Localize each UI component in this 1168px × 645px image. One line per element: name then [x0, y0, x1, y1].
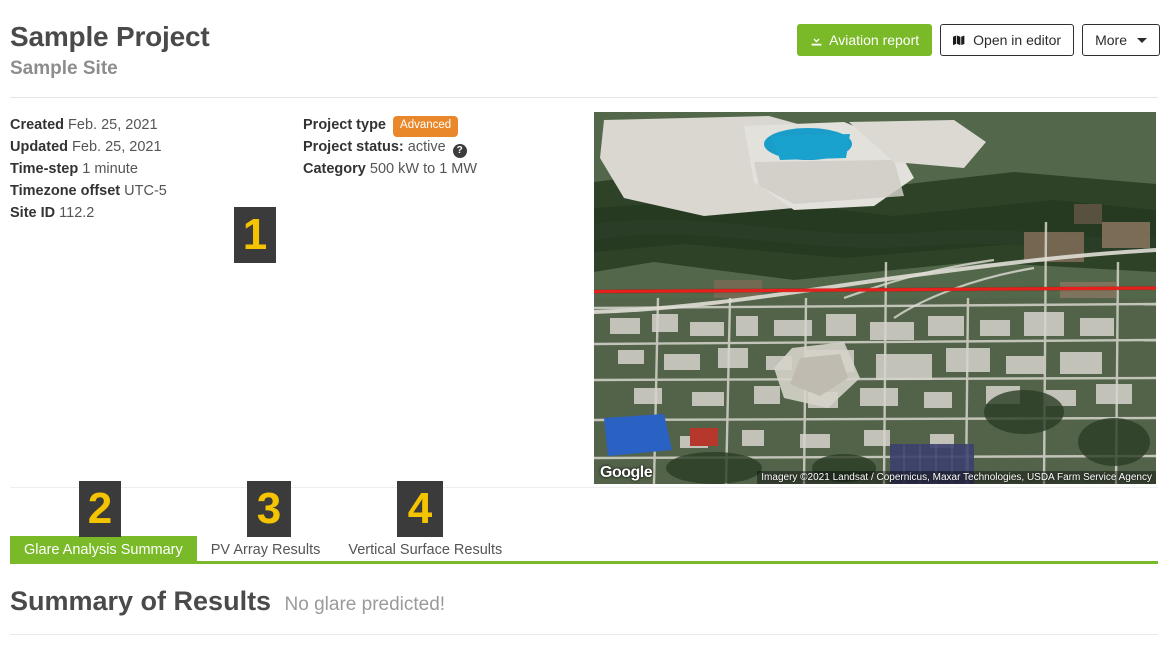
annotation-marker-3: 3	[247, 481, 291, 537]
info-row-timezone: Timezone offset UTC-5	[10, 181, 167, 203]
site-subtitle: Sample Site	[10, 58, 118, 79]
annotation-marker-1: 1	[234, 207, 276, 263]
timestep-value: 1 minute	[82, 161, 138, 177]
info-column-right: Project type Advanced Project status: ac…	[303, 115, 477, 181]
tab-vertical-surface-results[interactable]: Vertical Surface Results	[334, 536, 516, 564]
caret-down-icon	[1137, 37, 1147, 43]
category-label: Category	[303, 161, 366, 177]
project-status-value: active	[407, 139, 446, 155]
header-actions: Aviation report Open in editor More	[797, 24, 1160, 56]
created-label: Created	[10, 117, 64, 133]
map-icon	[953, 34, 967, 47]
info-column-left: Created Feb. 25, 2021 Updated Feb. 25, 2…	[10, 115, 167, 225]
site-map[interactable]: Google Imagery ©2021 Landsat / Copernicu…	[594, 112, 1156, 484]
info-row-timestep: Time-step 1 minute	[10, 159, 167, 181]
help-icon[interactable]: ?	[452, 144, 467, 158]
open-in-editor-label: Open in editor	[973, 32, 1062, 48]
info-row-created: Created Feb. 25, 2021	[10, 115, 167, 137]
summary-heading: Summary of Results	[10, 586, 272, 616]
timezone-value: UTC-5	[124, 183, 167, 199]
category-value: 500 kW to 1 MW	[369, 161, 478, 177]
open-in-editor-button[interactable]: Open in editor	[940, 24, 1075, 56]
aviation-report-button[interactable]: Aviation report	[797, 24, 933, 56]
tab-pv-array-results[interactable]: PV Array Results	[197, 536, 335, 564]
info-row-project-status: Project status: active ?	[303, 137, 477, 159]
tab-glare-analysis-summary[interactable]: Glare Analysis Summary	[10, 536, 197, 564]
google-logo: Google	[600, 464, 653, 481]
info-row-updated: Updated Feb. 25, 2021	[10, 137, 167, 159]
timestep-label: Time-step	[10, 161, 79, 177]
tab-label: Glare Analysis Summary	[24, 542, 183, 558]
info-row-site-id: Site ID 112.2	[10, 203, 167, 225]
site-id-label: Site ID	[10, 205, 56, 221]
more-button[interactable]: More	[1082, 24, 1160, 56]
tab-label: PV Array Results	[210, 542, 321, 558]
page-header: Sample Project Sample Site Aviation repo…	[0, 0, 1168, 98]
summary-divider	[10, 634, 1158, 635]
updated-label: Updated	[10, 139, 68, 155]
aviation-report-label: Aviation report	[829, 32, 920, 48]
site-id-value: 112.2	[59, 205, 95, 221]
title-block: Sample Project Sample Site	[10, 20, 210, 81]
results-tabs: Glare Analysis Summary PV Array Results …	[10, 536, 1158, 564]
header-divider	[10, 97, 1158, 98]
updated-value: Feb. 25, 2021	[72, 139, 162, 155]
summary-status: No glare predicted!	[284, 594, 446, 615]
tab-label: Vertical Surface Results	[348, 542, 503, 558]
annotation-marker-2: 2	[79, 481, 121, 537]
project-results-page: Sample Project Sample Site Aviation repo…	[0, 0, 1168, 645]
project-type-label: Project type	[303, 117, 386, 133]
download-icon	[810, 34, 823, 47]
tabs-top-divider	[10, 487, 1158, 488]
more-label: More	[1095, 32, 1127, 48]
status-badge: Advanced	[393, 116, 459, 137]
summary-section: Summary of Results No glare predicted!	[10, 585, 445, 621]
info-row-category: Category 500 kW to 1 MW	[303, 159, 477, 181]
page-title: Sample Project	[10, 21, 210, 52]
created-value: Feb. 25, 2021	[68, 117, 158, 133]
timezone-label: Timezone offset	[10, 183, 121, 199]
annotation-marker-4: 4	[397, 481, 443, 537]
info-row-project-type: Project type Advanced	[303, 115, 477, 137]
satellite-imagery	[594, 112, 1156, 484]
project-status-label: Project status:	[303, 139, 404, 155]
